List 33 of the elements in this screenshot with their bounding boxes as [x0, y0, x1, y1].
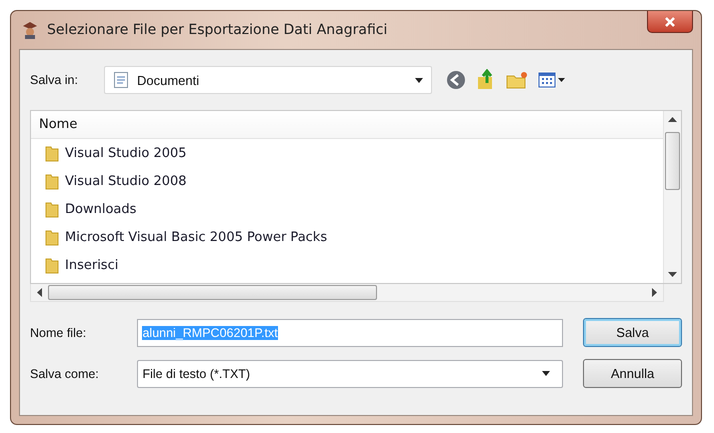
folder-item[interactable]: Visual Studio 2005: [31, 139, 663, 167]
horizontal-scrollbar[interactable]: [30, 284, 664, 302]
file-type-dropdown[interactable]: File di testo (*.TXT): [137, 360, 564, 388]
file-name-label: Nome file:: [30, 326, 88, 340]
close-icon: [664, 16, 676, 26]
app-icon: [21, 20, 39, 40]
folder-icon: [45, 228, 59, 246]
vertical-scrollbar[interactable]: [663, 111, 681, 283]
view-menu-icon[interactable]: [538, 71, 566, 89]
caret-icon: [415, 78, 423, 82]
close-button[interactable]: [647, 11, 693, 33]
save-in-label: Salva in:: [30, 73, 79, 87]
save-as-type-label: Salva come:: [30, 366, 100, 380]
new-folder-icon[interactable]: [506, 71, 528, 89]
scroll-up-icon[interactable]: [668, 117, 677, 122]
folder-item[interactable]: Downloads: [31, 195, 663, 223]
folder-item[interactable]: Microsoft Visual Basic 2005 Power Packs: [31, 223, 663, 251]
caret-icon: [542, 371, 550, 376]
save-button[interactable]: Salva: [583, 318, 682, 347]
folder-icon: [45, 200, 59, 218]
back-icon[interactable]: [446, 70, 466, 90]
folder-item[interactable]: Inserisci: [31, 251, 663, 279]
folder-icon: [45, 172, 59, 190]
folder-icon: [45, 256, 59, 274]
scroll-left-icon[interactable]: [37, 288, 42, 297]
cancel-button[interactable]: Annulla: [583, 359, 682, 388]
window-title: Selezionare File per Esportazione Dati Anagrafici: [47, 22, 388, 38]
scroll-right-icon[interactable]: [652, 288, 657, 297]
scroll-down-icon[interactable]: [668, 272, 677, 277]
folder-icon: [45, 144, 59, 162]
location-dropdown[interactable]: Documenti: [104, 66, 432, 94]
document-icon: [113, 71, 129, 89]
folder-item[interactable]: Visual Studio 2008: [31, 167, 663, 195]
